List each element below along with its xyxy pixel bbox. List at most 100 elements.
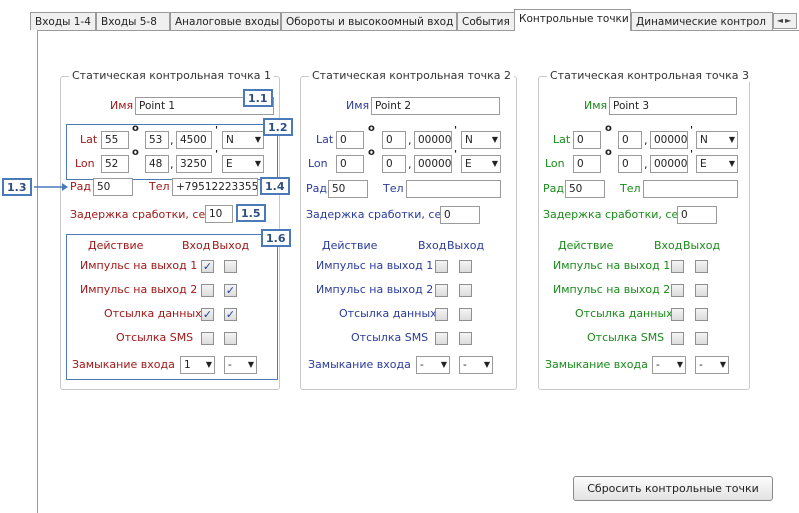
point1-data-output-checkbox[interactable]: ✓	[224, 308, 237, 321]
point2-sms-input-checkbox[interactable]	[435, 332, 448, 345]
annotation-1-5: 1.5	[236, 204, 266, 222]
point1-pulse2-input-checkbox[interactable]	[201, 284, 214, 297]
point2-radius-field[interactable]: 50	[328, 180, 368, 198]
point3-input-close-select-2[interactable]: - ▼	[695, 356, 729, 374]
point3-lon-min-field[interactable]: 0	[618, 155, 642, 173]
tab-analog-inputs[interactable]: Аналоговые входы	[170, 12, 281, 30]
point2-input-close-select-1[interactable]: - ▼	[416, 356, 450, 374]
point1-pulse1-input-checkbox[interactable]: ✓	[201, 260, 214, 273]
point1-lat-hemisphere-select[interactable]: N ▼	[222, 131, 264, 149]
point3-input-close-select-1[interactable]: - ▼	[652, 356, 686, 374]
point3-pulse1-input-checkbox[interactable]	[671, 260, 684, 273]
point3-lon-deg-field[interactable]: 0	[573, 155, 601, 173]
tab-events[interactable]: События	[457, 12, 515, 30]
point1-lat-min-field[interactable]: 53	[145, 131, 169, 149]
input-header: Вход	[418, 239, 447, 252]
point1-input-close-select-2[interactable]: - ▼	[224, 356, 257, 374]
point2-input-close-label: Замыкание входа	[308, 358, 411, 371]
tab-dynamic-control[interactable]: Динамические контрол	[631, 12, 773, 30]
point3-lat-frac-field[interactable]: 00000	[650, 131, 688, 149]
point2-lon-min-field[interactable]: 0	[382, 155, 406, 173]
point2-data-input-checkbox[interactable]	[435, 308, 448, 321]
point1-radius-field[interactable]: 50	[93, 178, 133, 196]
point1-lon-frac-field[interactable]: 3250	[176, 155, 212, 173]
point1-delay-field[interactable]: 10	[205, 205, 233, 223]
output-header: Выход	[447, 239, 485, 252]
point1-sms-input-checkbox[interactable]	[201, 332, 214, 345]
annotation-1-2: 1.2	[263, 118, 293, 136]
point3-pulse1-output-checkbox[interactable]	[695, 260, 708, 273]
minute-mark: '	[215, 125, 219, 136]
point3-data-output-checkbox[interactable]	[695, 308, 708, 321]
point2-data-output-checkbox[interactable]	[459, 308, 472, 321]
point2-pulse2-input-checkbox[interactable]	[435, 284, 448, 297]
point3-name-field[interactable]: Point 3	[609, 97, 737, 115]
point2-lat-frac-field[interactable]: 00000	[414, 131, 452, 149]
point1-phone-field[interactable]: +79512223355	[172, 178, 258, 196]
point3-pulse2-input-checkbox[interactable]	[671, 284, 684, 297]
point3-phone-field[interactable]	[643, 180, 738, 198]
annotation-1-6: 1.6	[261, 229, 291, 247]
point1-lon-deg-field[interactable]: 52	[101, 155, 129, 173]
tab-scroll-arrows[interactable]: ◄►	[773, 13, 797, 29]
point2-lon-deg-field[interactable]: 0	[336, 155, 364, 173]
output-header: Выход	[683, 239, 721, 252]
point2-phone-label: Тел	[383, 182, 404, 195]
point1-pulse1-output-checkbox[interactable]	[224, 260, 237, 273]
point2-lat-hemisphere-select[interactable]: N ▼	[461, 131, 501, 149]
point1-radius-label: Рад	[70, 180, 91, 193]
minute-mark: '	[690, 125, 694, 136]
point3-name-label: Имя	[584, 99, 608, 112]
tab-rpm-high-impedance[interactable]: Обороты и высокоомный вход	[281, 12, 457, 30]
tab-control-points[interactable]: Контрольные точки	[514, 9, 631, 31]
tab-inputs-1-4[interactable]: Входы 1-4	[30, 12, 96, 30]
point1-data-input-checkbox[interactable]: ✓	[201, 308, 214, 321]
point3-lat-deg-field[interactable]: 0	[573, 131, 601, 149]
reset-control-points-button[interactable]: Сбросить контрольные точки	[573, 476, 773, 501]
point2-input-close-select-2[interactable]: - ▼	[459, 356, 493, 374]
point1-sms-output-checkbox[interactable]	[224, 332, 237, 345]
point1-lon-hemisphere-select[interactable]: E ▼	[222, 155, 264, 173]
point3-lon-frac-field[interactable]: 00000	[650, 155, 688, 173]
point1-lat-deg-field[interactable]: 55	[101, 131, 129, 149]
point2-pulse1-input-checkbox[interactable]	[435, 260, 448, 273]
minute-mark: '	[454, 125, 458, 136]
point1-input-close-select-1[interactable]: 1 ▼	[180, 356, 215, 374]
point3-sms-output-checkbox[interactable]	[695, 332, 708, 345]
minute-mark: '	[215, 149, 219, 160]
point1-pulse2-label: Импульс на выход 2	[80, 283, 198, 296]
point3-lat-hemisphere-select[interactable]: N ▼	[696, 131, 738, 149]
point1-pulse2-output-checkbox[interactable]: ✓	[224, 284, 237, 297]
point2-lat-min-field[interactable]: 0	[382, 131, 406, 149]
point2-phone-field[interactable]	[406, 180, 501, 198]
point2-delay-field[interactable]: 0	[440, 206, 480, 224]
point1-lat-label: Lat	[80, 133, 98, 146]
point2-lat-deg-field[interactable]: 0	[336, 131, 364, 149]
point3-radius-field[interactable]: 50	[565, 180, 605, 198]
decimal-separator: ,	[170, 134, 174, 147]
point3-delay-field[interactable]: 0	[677, 206, 717, 224]
point3-lat-min-field[interactable]: 0	[618, 131, 642, 149]
point2-pulse1-output-checkbox[interactable]	[459, 260, 472, 273]
point2-lon-frac-field[interactable]: 00000	[414, 155, 452, 173]
point3-sms-input-checkbox[interactable]	[671, 332, 684, 345]
point3-data-input-checkbox[interactable]	[671, 308, 684, 321]
point1-lon-label: Lon	[75, 157, 95, 170]
point2-name-field[interactable]: Point 2	[371, 97, 500, 115]
point1-pulse1-label: Импульс на выход 1	[80, 259, 198, 272]
point2-sms-label: Отсылка SMS	[351, 331, 429, 344]
tab-inputs-5-8[interactable]: Входы 5-8	[96, 12, 170, 30]
point3-phone-label: Тел	[620, 182, 641, 195]
point1-lat-frac-field[interactable]: 4500	[176, 131, 212, 149]
tab-strip: Входы 1-4 Входы 5-8 Аналоговые входы Обо…	[30, 0, 799, 31]
point2-pulse2-label: Импульс на выход 2	[316, 283, 434, 296]
point2-pulse2-output-checkbox[interactable]	[459, 284, 472, 297]
point2-pulse1-label: Импульс на выход 1	[316, 259, 434, 272]
point1-lon-min-field[interactable]: 48	[145, 155, 169, 173]
point3-pulse2-output-checkbox[interactable]	[695, 284, 708, 297]
minute-mark: '	[690, 149, 694, 160]
point2-sms-output-checkbox[interactable]	[459, 332, 472, 345]
point3-lon-hemisphere-select[interactable]: E ▼	[696, 155, 738, 173]
point2-lon-hemisphere-select[interactable]: E ▼	[461, 155, 501, 173]
point3-lat-label: Lat	[553, 133, 571, 146]
